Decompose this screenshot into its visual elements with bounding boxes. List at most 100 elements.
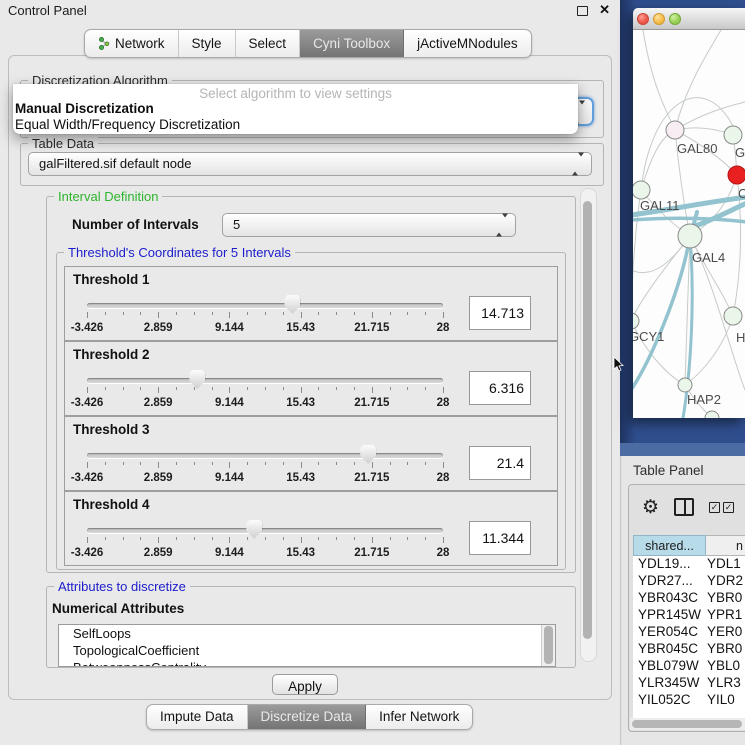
control-panel-titlebar: Control Panel ✕ <box>0 0 620 22</box>
attribute-item[interactable]: SelfLoops <box>59 625 555 642</box>
network-window-titlebar[interactable] <box>633 8 745 30</box>
split-pane-icon[interactable] <box>674 498 694 516</box>
cell-name[interactable]: YBR0 <box>705 641 742 658</box>
checkbox-icon[interactable]: ✓ <box>723 502 734 513</box>
table-row[interactable]: YDL19...YDL1 <box>633 556 745 573</box>
cell-shared-name[interactable]: YBR045C <box>633 641 705 658</box>
table-panel-title: Table Panel <box>633 463 704 478</box>
slider-track[interactable] <box>87 528 443 533</box>
network-node-gal4[interactable] <box>678 224 702 248</box>
table-row[interactable]: YPR145WYPR1 <box>633 607 745 624</box>
cell-name[interactable]: YBR0 <box>705 590 742 607</box>
attributes-scrollbar[interactable] <box>541 625 555 666</box>
thresholds-group-title: Threshold's Coordinates for 5 Intervals <box>64 245 295 260</box>
table-body: YDL19...YDL1YDR27...YDR2YBR043CYBR0YPR14… <box>633 556 745 718</box>
threshold-slider[interactable]: -3.4262.8599.14415.4321.71528 <box>87 293 443 335</box>
cell-shared-name[interactable]: YDR27... <box>633 573 705 590</box>
desktop-edge <box>620 443 745 456</box>
slider-ticks <box>87 312 443 320</box>
numerical-attributes-list[interactable]: SelfLoopsTopologicalCoefficientBetweenne… <box>58 624 556 667</box>
cell-name[interactable]: YDL1 <box>705 556 741 573</box>
tab-style[interactable]: Style <box>179 30 236 57</box>
slider-ticks <box>87 387 443 395</box>
threshold-value-field[interactable]: 14.713 <box>469 296 531 330</box>
table-row[interactable]: YBR043CYBR0 <box>633 590 745 607</box>
mouse-cursor <box>613 357 624 372</box>
cell-name[interactable]: YBL0 <box>705 658 740 675</box>
cell-name[interactable]: YDR2 <box>705 573 743 590</box>
number-of-intervals-combobox[interactable]: 5 <box>222 213 516 237</box>
network-node-gcy1[interactable] <box>633 313 639 329</box>
algorithm-option[interactable]: Equal Width/Frequency Discretization <box>13 117 578 133</box>
threshold-slider[interactable]: -3.4262.8599.14415.4321.71528 <box>87 518 443 560</box>
column-header[interactable]: n <box>706 535 745 556</box>
cell-shared-name[interactable]: YPR145W <box>633 607 705 624</box>
panel-scrollbar-thumb[interactable] <box>583 201 592 639</box>
table-row[interactable]: YDR27...YDR2 <box>633 573 745 590</box>
combo-stepper-icon <box>496 218 508 233</box>
cell-name[interactable]: YIL0 <box>705 692 735 709</box>
tab-impute-data[interactable]: Impute Data <box>147 705 248 729</box>
attribute-item[interactable]: TopologicalCoefficient <box>59 642 555 659</box>
cell-name[interactable]: YPR1 <box>705 607 742 624</box>
close-icon[interactable]: ✕ <box>599 2 610 18</box>
table-row[interactable]: YBR045CYBR0 <box>633 641 745 658</box>
window-minimize-icon[interactable] <box>653 13 665 25</box>
threshold-value-field[interactable]: 11.344 <box>469 521 531 555</box>
slider-tick-labels: -3.4262.8599.14415.4321.71528 <box>87 547 443 559</box>
slider-tick-labels: -3.4262.8599.14415.4321.71528 <box>87 472 443 484</box>
threshold-value-field[interactable]: 21.4 <box>469 446 531 480</box>
threshold-value-field[interactable]: 6.316 <box>469 371 531 405</box>
cell-shared-name[interactable]: YDL19... <box>633 556 705 573</box>
cell-shared-name[interactable]: YBL079W <box>633 658 705 675</box>
threshold-slider[interactable]: -3.4262.8599.14415.4321.71528 <box>87 443 443 485</box>
slider-track[interactable] <box>87 303 443 308</box>
table-data-combobox[interactable]: galFiltered.sif default node <box>28 152 592 176</box>
network-node-hap2[interactable] <box>678 378 692 392</box>
tab-jactivemnodules[interactable]: jActiveMNodules <box>404 30 531 57</box>
threshold-box: Threshold 2-3.4262.8599.14415.4321.71528… <box>64 341 558 416</box>
window-close-icon[interactable] <box>637 13 649 25</box>
tab-infer-network[interactable]: Infer Network <box>366 705 472 729</box>
tab-network[interactable]: Network <box>85 30 179 57</box>
cell-shared-name[interactable]: YBR043C <box>633 590 705 607</box>
cell-shared-name[interactable]: YER054C <box>633 624 705 641</box>
network-canvas[interactable]: GAL80GACGAL11GAL4GCY1HHAP2 <box>633 30 745 418</box>
table-horizontal-scrollbar[interactable] <box>630 718 745 730</box>
network-node-c[interactable] <box>728 166 745 184</box>
table-data-group-title: Table Data <box>28 136 98 151</box>
table-row[interactable]: YLR345WYLR3 <box>633 675 745 692</box>
window-zoom-icon[interactable] <box>669 13 681 25</box>
cell-name[interactable]: YLR3 <box>705 675 741 692</box>
panel-scrollbar[interactable] <box>580 188 597 662</box>
gear-icon[interactable]: ⚙ <box>642 498 659 517</box>
table-row[interactable]: YIL052CYIL0 <box>633 692 745 709</box>
column-header[interactable]: shared... <box>633 535 706 556</box>
threshold-slider[interactable]: -3.4262.8599.14415.4321.71528 <box>87 368 443 410</box>
tab-label: Network <box>115 30 165 57</box>
table-row[interactable]: YBL079WYBL0 <box>633 658 745 675</box>
cell-shared-name[interactable]: YIL052C <box>633 692 705 709</box>
apply-button[interactable]: Apply <box>272 674 338 695</box>
tab-cyni-toolbox[interactable]: Cyni Toolbox <box>300 30 404 57</box>
network-node-gal80[interactable] <box>666 121 684 139</box>
cell-shared-name[interactable]: YLR345W <box>633 675 705 692</box>
attribute-item[interactable]: BetweennessCentrality <box>59 659 555 667</box>
tab-discretize-data[interactable]: Discretize Data <box>248 705 367 729</box>
algorithm-option[interactable]: Manual Discretization <box>13 101 578 117</box>
network-node-gal11[interactable] <box>633 181 650 199</box>
cell-name[interactable]: YER0 <box>705 624 742 641</box>
tab-label: Cyni Toolbox <box>313 30 390 57</box>
node-label: GAL80 <box>677 141 717 156</box>
network-node-ga[interactable] <box>724 126 742 144</box>
table-row[interactable]: YER054CYER0 <box>633 624 745 641</box>
slider-track[interactable] <box>87 378 443 383</box>
network-window[interactable]: GAL80GACGAL11GAL4GCY1HHAP2 <box>633 8 745 418</box>
threshold-box: Threshold 1-3.4262.8599.14415.4321.71528… <box>64 266 558 341</box>
tab-select[interactable]: Select <box>236 30 301 57</box>
slider-track[interactable] <box>87 453 443 458</box>
float-window-icon[interactable] <box>577 6 588 16</box>
network-node[interactable] <box>705 411 719 418</box>
checkbox-icon[interactable]: ✓ <box>709 502 720 513</box>
network-node-h[interactable] <box>724 307 742 325</box>
